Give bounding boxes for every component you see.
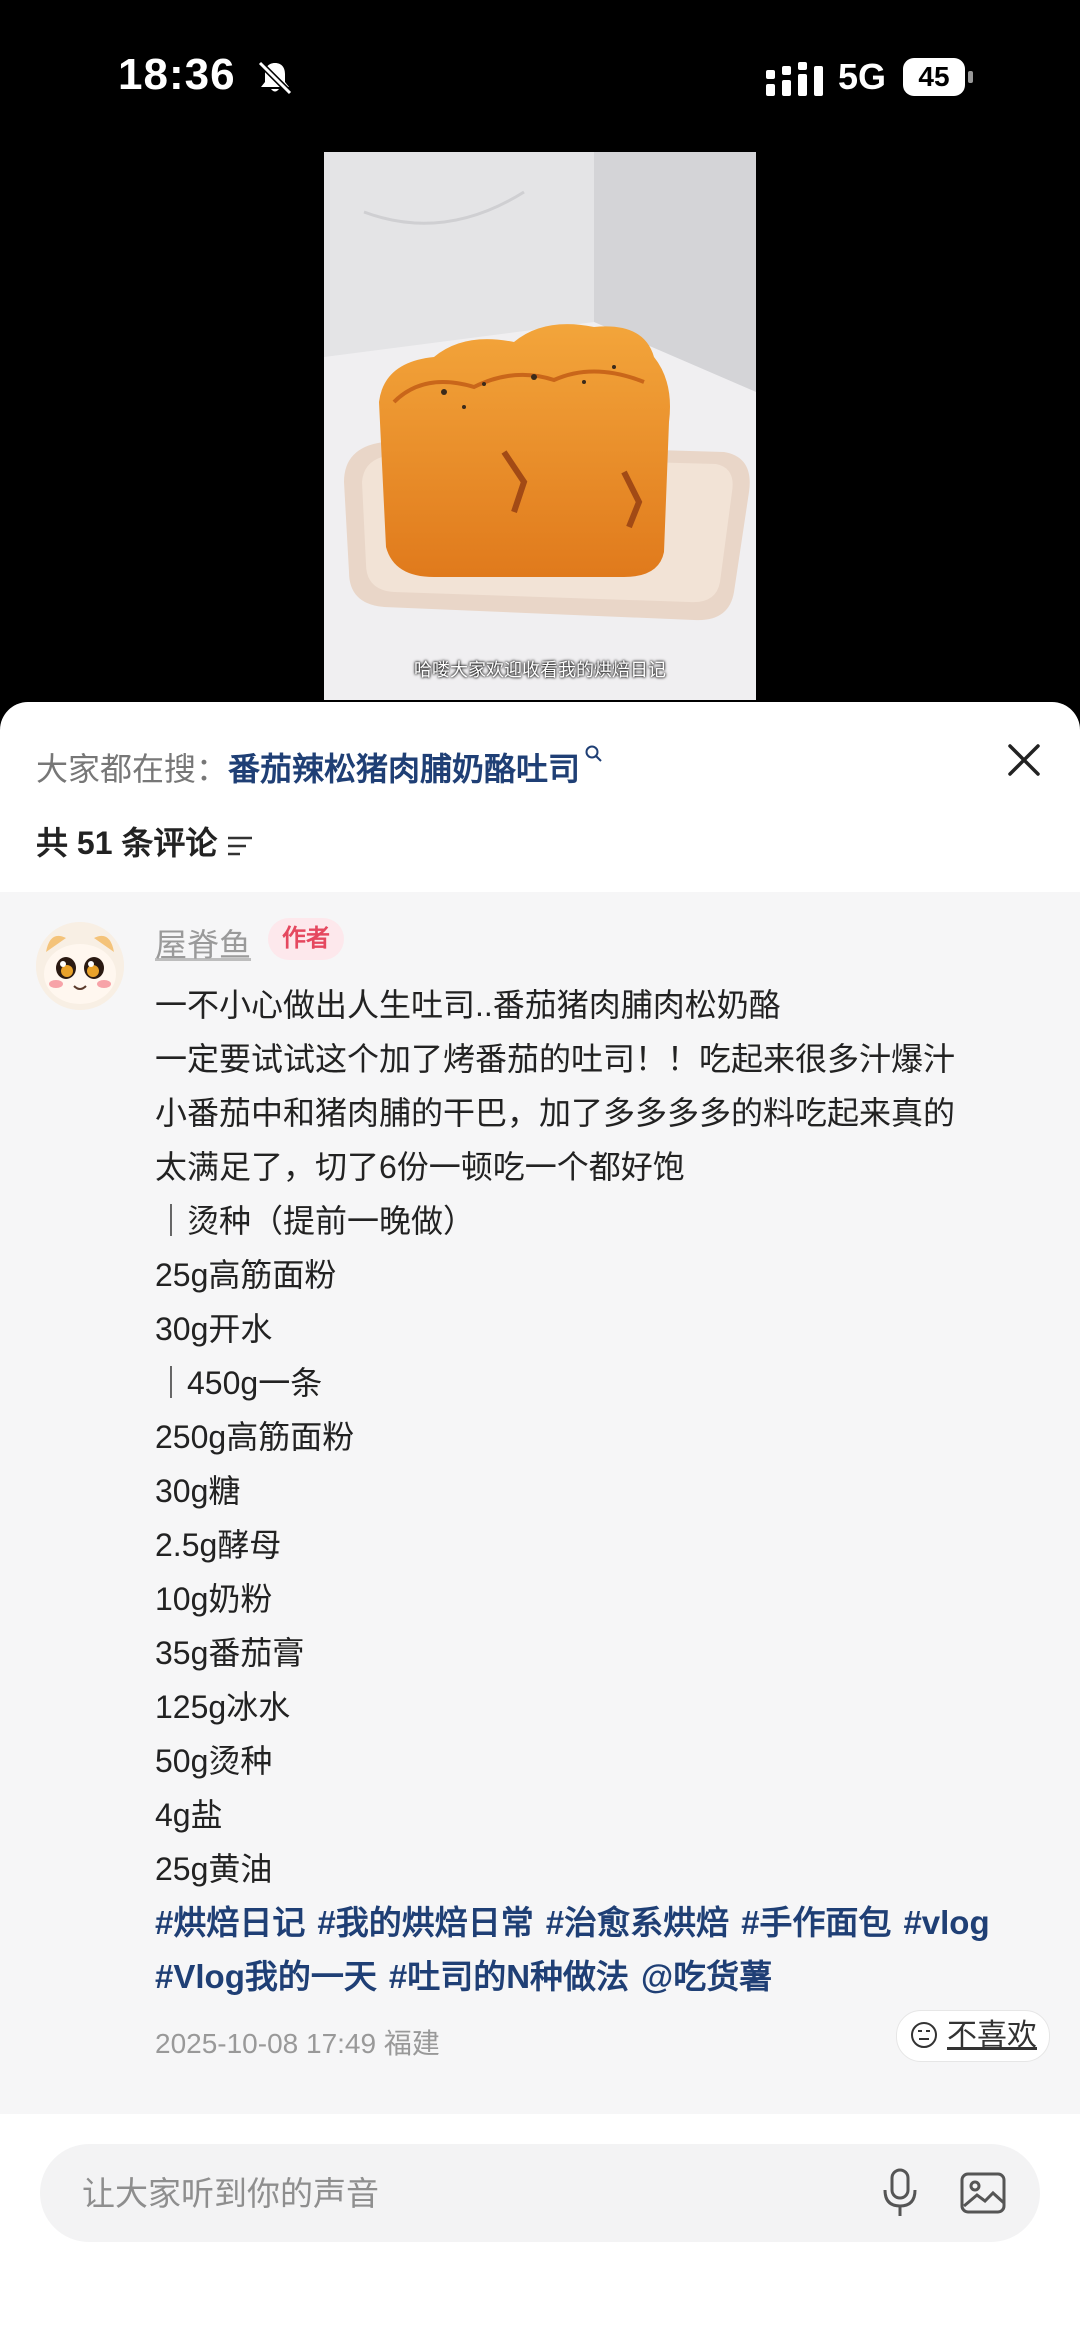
comment-meta: 2025-10-08 17:49 福建 — [155, 2022, 440, 2062]
hashtags: #烘焙日记 #我的烘焙日常 #治愈系烘焙 #手作面包 #vlog #Vlog我的一天 #吐… — [155, 1896, 1055, 2004]
hashtag-link[interactable]: #吐司的N种做法 — [389, 1958, 629, 1995]
dislike-button[interactable]: 不喜欢 — [896, 2010, 1050, 2062]
status-bar: 18:36 5G 45 — [0, 0, 1080, 150]
author-badge: 作者 — [268, 918, 344, 960]
comment-line: ｜450g一条 — [155, 1365, 323, 1401]
battery-icon: 45 — [903, 58, 973, 96]
image-icon[interactable] — [958, 2168, 1008, 2218]
microphone-icon[interactable] — [878, 2166, 922, 2220]
sort-icon[interactable] — [225, 833, 255, 859]
avatar[interactable] — [36, 922, 124, 1010]
comment-sheet: 大家都在搜：番茄辣松猪肉脯奶酪吐司 共 51 条评论 屋脊鱼 作者 一不小心做出… — [0, 702, 1080, 2345]
comment-item[interactable]: 屋脊鱼 作者 一不小心做出人生吐司..番茄猪肉脯肉松奶酪 一定要试试这个加了烤番… — [0, 892, 1080, 2114]
comment-text: 一不小心做出人生吐司..番茄猪肉脯肉松奶酪 一定要试试这个加了烤番茄的吐司！！吃… — [155, 978, 1055, 1896]
bell-muted-icon — [257, 60, 293, 96]
dislike-label: 不喜欢 — [947, 2019, 1037, 2052]
author-name[interactable]: 屋脊鱼 — [155, 920, 251, 966]
close-icon[interactable] — [1002, 738, 1046, 782]
bread-video-frame — [324, 152, 756, 700]
comment-line: 10g奶粉 — [155, 1581, 273, 1617]
comment-line: 250g高筋面粉 — [155, 1419, 355, 1455]
comment-location: 福建 — [383, 2028, 440, 2059]
comment-timestamp: 2025-10-08 17:49 — [155, 2028, 377, 2059]
comment-line: 2.5g酵母 — [155, 1527, 282, 1563]
hashtag-link[interactable]: #vlog — [903, 1904, 989, 1941]
comment-input[interactable] — [80, 2144, 864, 2244]
comment-line: 125g冰水 — [155, 1689, 291, 1725]
video-player[interactable]: 哈喽大家欢迎收看我的烘焙日记 — [324, 152, 756, 700]
hashtag-link[interactable]: #Vlog我的一天 — [155, 1958, 377, 1995]
comment-input-bar[interactable] — [40, 2144, 1040, 2244]
comment-line: 25g黄油 — [155, 1851, 273, 1887]
hashtag-link[interactable]: #我的烘焙日常 — [317, 1904, 533, 1941]
comment-line: 30g开水 — [155, 1311, 273, 1347]
comment-line: 太满足了，切了6份一顿吃一个都好饱 — [155, 1149, 685, 1185]
comment-line: 一不小心做出人生吐司..番茄猪肉脯肉松奶酪 — [155, 987, 781, 1023]
dislike-face-icon — [911, 2022, 937, 2049]
comment-line: 4g盐 — [155, 1797, 223, 1833]
comment-line: 25g高筋面粉 — [155, 1257, 337, 1293]
status-time: 18:36 — [118, 50, 236, 99]
comment-count-label: 共 51 条评论 — [36, 825, 218, 861]
battery-level: 45 — [903, 58, 965, 96]
network-type: 5G — [838, 56, 887, 97]
search-term-link[interactable]: 番茄辣松猪肉脯奶酪吐司 — [228, 751, 580, 787]
video-subtitle: 哈喽大家欢迎收看我的烘焙日记 — [414, 660, 666, 680]
comment-line: ｜烫种（提前一晚做） — [155, 1203, 476, 1239]
comment-line: 30g糖 — [155, 1473, 241, 1509]
search-suggestion[interactable]: 大家都在搜：番茄辣松猪肉脯奶酪吐司 — [36, 744, 604, 790]
comment-line: 35g番茄膏 — [155, 1635, 305, 1671]
comment-count[interactable]: 共 51 条评论 — [36, 818, 255, 864]
cartoon-avatar-icon — [36, 922, 124, 1010]
mention-link[interactable]: @吃货薯 — [641, 1958, 772, 1995]
comment-line: 小番茄中和猪肉脯的干巴，加了多多多多的料吃起来真的 — [155, 1095, 956, 1131]
hashtag-link[interactable]: #治愈系烘焙 — [546, 1904, 729, 1941]
search-prefix: 大家都在搜： — [36, 751, 229, 787]
comment-line: 50g烫种 — [155, 1743, 273, 1779]
comment-line: 一定要试试这个加了烤番茄的吐司！！吃起来很多汁爆汁 — [155, 1041, 956, 1077]
hashtag-link[interactable]: #手作面包 — [741, 1904, 891, 1941]
search-icon — [585, 745, 602, 762]
signal-icon — [766, 62, 823, 96]
hashtag-link[interactable]: #烘焙日记 — [155, 1904, 305, 1941]
